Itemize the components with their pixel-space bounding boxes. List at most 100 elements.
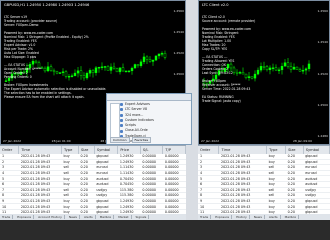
candle-body <box>121 67 125 72</box>
chart-title-left: GBPUSD,H1 1.24950 1.24980 1.24903 1.2494… <box>4 3 90 7</box>
ea-info-right: LTC Client v2.0 Source account: (remote p… <box>202 15 255 103</box>
time-tick-label: 28 Jan 09:00 <box>293 139 312 143</box>
terminal-tab[interactable]: Market <box>116 215 132 219</box>
candle-body <box>292 66 296 70</box>
terminal-tab[interactable]: Trade <box>0 215 14 219</box>
price-tick-label: 1.2500 <box>317 102 329 107</box>
terminal-tab[interactable]: Signals <box>134 215 150 219</box>
candle-body <box>277 69 281 72</box>
candle-body <box>127 70 131 73</box>
terminal-tab[interactable]: Alerts <box>82 215 96 219</box>
candle-body <box>118 67 122 73</box>
orders-table-right: Order Time Type Size Symbol 1 2022.01.28 09:4… <box>198 146 330 216</box>
folder-icon <box>120 119 123 123</box>
navigator-panel[interactable]: Expert Advisors LTC Server V8 324 more... C… <box>106 93 192 145</box>
candle-body <box>148 59 152 62</box>
column-header[interactable]: Time <box>18 146 63 154</box>
candle-body <box>259 66 263 71</box>
time-axis-right: 27 Jan 2022 28 Jan 09:00 <box>199 138 329 144</box>
candle-body <box>115 68 119 73</box>
candle-body <box>154 55 158 61</box>
price-tick-label: 1.2520 <box>317 71 329 76</box>
folder-icon <box>120 124 123 128</box>
terminal-tab[interactable]: Mailbox <box>98 215 115 219</box>
candle-body <box>160 53 164 55</box>
price-axis-right: 1.2560 1.2540 1.2520 1.2500 1.2480 <box>311 1 329 144</box>
column-header[interactable]: Symbol <box>94 146 119 154</box>
time-tick-label: 28 Jan 01:00 <box>51 139 71 143</box>
candle-body <box>295 66 299 70</box>
candle-body <box>307 63 311 70</box>
candle-body <box>142 56 146 63</box>
column-header[interactable]: Size <box>78 146 95 154</box>
folder-icon <box>120 103 123 107</box>
terminal-tabs-left: Trade Exposure Account History News Alerts Ma… <box>0 214 186 220</box>
terminal-tab[interactable]: Alerts <box>267 215 281 219</box>
candle-body <box>286 62 290 67</box>
candle-body <box>106 66 110 71</box>
column-header[interactable]: Type <box>61 146 79 154</box>
candle-body <box>262 66 266 68</box>
candle-body <box>301 69 305 72</box>
time-tick-label: 27 Jan 2022 <box>3 139 21 143</box>
terminal-tab[interactable]: News <box>252 215 265 219</box>
price-tick-label: 1.2500 <box>173 71 185 76</box>
candle-body <box>145 56 149 60</box>
candle-body <box>256 69 260 75</box>
candle-body <box>268 67 272 71</box>
candle-body <box>271 67 275 69</box>
price-tick-label: 1.2540 <box>173 29 185 34</box>
price-tick-label: 1.2560 <box>317 9 329 13</box>
candle-body <box>133 64 137 69</box>
navigator-tab[interactable]: Favorites <box>131 137 152 143</box>
chart-window-right[interactable]: LTC Client v2.0 LTC Client v2.0 Source ac… <box>198 0 330 145</box>
orders-table-left: Order Time Type Size Symbol Price S/L T/P 1 2022… <box>0 146 186 216</box>
column-header[interactable]: Order <box>198 146 220 154</box>
candle-body <box>157 53 161 57</box>
folder-icon <box>120 113 123 117</box>
terminal-tabs-right: Trade Exposure History News Alerts Mailbox <box>198 214 330 220</box>
terminal-tab[interactable]: Mailbox <box>283 215 300 219</box>
folder-icon <box>120 108 123 112</box>
info-line: Trade Signal: (auto copy) <box>202 99 241 103</box>
column-header[interactable]: T/P <box>162 146 186 154</box>
candle-body <box>283 62 287 67</box>
column-header[interactable]: Size <box>285 146 304 154</box>
price-tick-label: 1.2540 <box>317 40 329 45</box>
column-header[interactable]: Symbol <box>303 146 330 154</box>
chart-title-right: LTC Client v2.0 <box>202 3 229 7</box>
column-header[interactable]: Type <box>266 146 287 154</box>
candle-body <box>280 66 284 71</box>
navigator-tab[interactable]: Common <box>110 137 130 143</box>
info-line: Please ensure EA from the chart will att… <box>4 95 85 99</box>
terminal-tab[interactable]: Exposure <box>15 215 35 219</box>
column-header[interactable]: S/L <box>140 146 164 154</box>
terminal-tab[interactable]: Trade <box>198 215 212 219</box>
candle-body <box>304 68 308 71</box>
column-header[interactable]: Time <box>218 146 268 154</box>
time-tick-label: 27 Jan 2022 <box>201 139 219 143</box>
terminal-left: Order Time Type Size Symbol Price S/L T/P 1 2022… <box>0 145 186 220</box>
candle-body <box>112 66 116 69</box>
info-line: Source account: (remote provider) <box>202 19 256 23</box>
navigator-tabs: Common Favorites <box>110 137 152 143</box>
candle-body <box>109 66 113 71</box>
terminal-tab[interactable]: Account History <box>36 215 65 219</box>
terminal-tab[interactable]: Exposure <box>213 215 233 219</box>
info-line: Server Time: 2022.01.28 09:43 <box>202 87 251 91</box>
candle-body <box>289 66 293 70</box>
column-header[interactable]: Price <box>117 146 141 154</box>
navigator-scroll[interactable] <box>110 103 120 141</box>
price-tick-label: 1.2520 <box>173 50 185 55</box>
terminal-tab[interactable]: News <box>67 215 80 219</box>
candle-body <box>298 69 302 72</box>
terminal-tab[interactable]: History <box>234 215 250 219</box>
candle-body <box>265 66 269 71</box>
column-header[interactable]: Order <box>0 146 20 154</box>
navigator-header[interactable] <box>107 94 191 101</box>
candle-body <box>274 67 278 71</box>
terminal-right: Order Time Type Size Symbol 1 2022.01.28 09:4… <box>198 145 330 220</box>
candle-body <box>151 59 155 62</box>
candle-body <box>130 67 134 72</box>
candle-body <box>139 61 143 66</box>
